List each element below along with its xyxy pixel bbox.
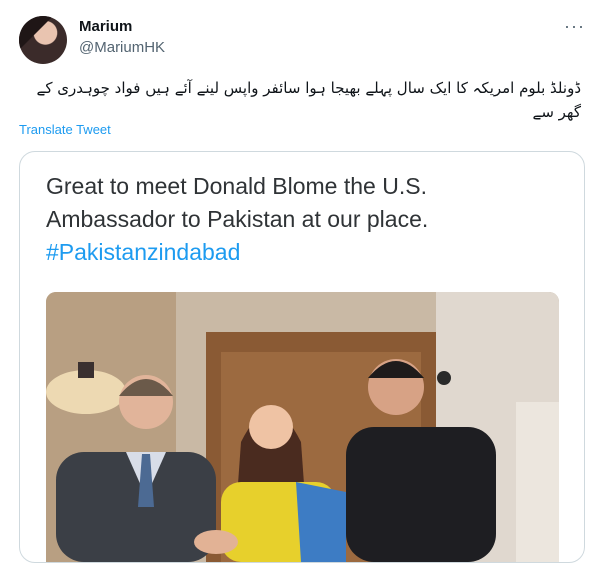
embedded-tweet-card[interactable]: Great to meet Donald Blome the U.S. Amba… (19, 151, 585, 563)
tweet-text: ڈونلڈ بلوم امریکہ کا ایک سال پہلے بھیجا … (36, 79, 581, 121)
photo-illustration (46, 292, 559, 562)
embedded-photo[interactable] (46, 292, 559, 562)
embedded-caption-line-1: Great to meet Donald Blome the U.S. (46, 173, 427, 199)
avatar[interactable] (19, 16, 67, 64)
author-handle[interactable]: @MariumHK (79, 39, 165, 56)
hashtag-link[interactable]: #Pakistanzindabad (46, 236, 566, 269)
embedded-caption: Great to meet Donald Blome the U.S. Amba… (46, 170, 566, 269)
translate-tweet-link[interactable]: Translate Tweet (19, 122, 111, 137)
embedded-caption-line-2: Ambassador to Pakistan at our place. (46, 206, 429, 232)
more-dots-icon[interactable]: ··· (564, 16, 585, 37)
author-name[interactable]: Marium (79, 18, 132, 35)
